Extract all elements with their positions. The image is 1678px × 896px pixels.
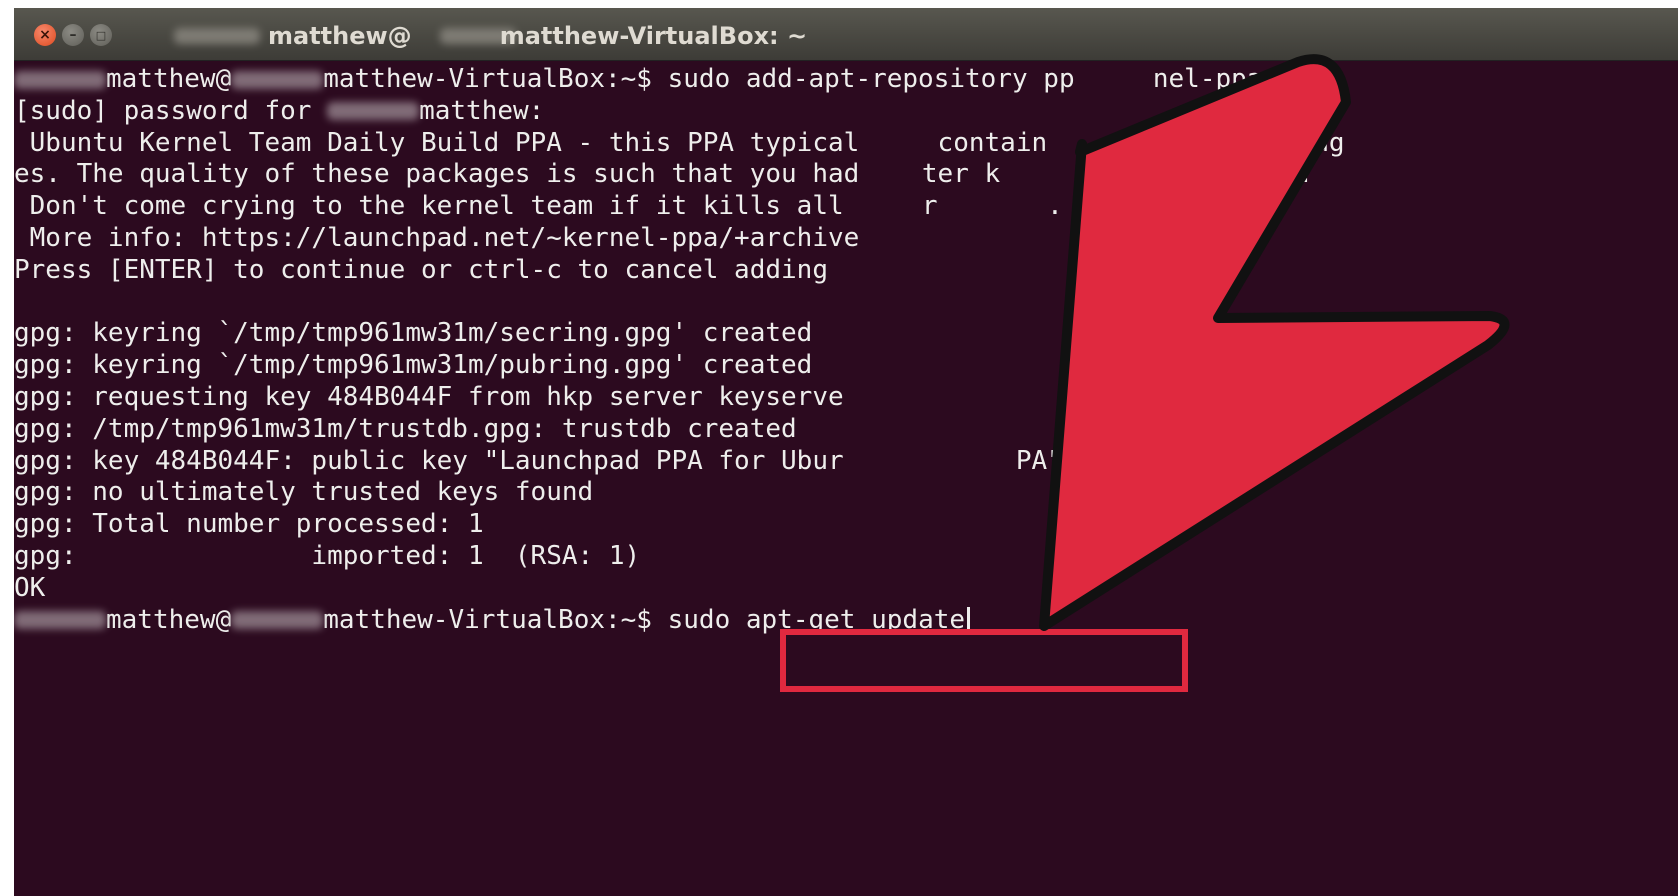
- maximize-icon: □: [95, 28, 107, 42]
- close-button[interactable]: ×: [34, 24, 56, 46]
- output-text: Don't come crying to the kernel team if …: [14, 191, 1063, 222]
- close-icon: ×: [39, 27, 51, 43]
- title-bar[interactable]: × – □ matthew@ matthew-VirtualBox: ~: [14, 8, 1678, 61]
- redacted-text: [327, 102, 420, 121]
- output-text: gpg: key 484B044F: public key "Launchpad…: [14, 445, 1204, 476]
- command-text: matthew-VirtualBox:~$ sudo add-apt-repos…: [323, 64, 1326, 94]
- output-text: [sudo] password for: [14, 95, 328, 126]
- terminal-line: More info: https://launchpad.net/~kernel…: [14, 223, 1678, 255]
- command-highlight-box: [780, 629, 1188, 692]
- output-text: gpg: /tmp/tmp961mw31m/trustdb.gpg: trust…: [14, 413, 797, 444]
- terminal-line: Don't come crying to the kernel team if …: [14, 191, 1678, 223]
- terminal-line: Ubuntu Kernel Team Daily Build PPA - thi…: [14, 128, 1678, 160]
- title-user: matthew@: [268, 22, 412, 50]
- prompt-host: matthew-VirtualBox:~$: [323, 604, 668, 635]
- minimize-button[interactable]: –: [62, 24, 84, 46]
- output-text: es. The quality of these packages is suc…: [14, 159, 1314, 190]
- redacted-text: [231, 70, 324, 89]
- output-text: gpg: no ultimately trusted keys found: [14, 477, 594, 508]
- terminal-line: es. The quality of these packages is suc…: [14, 159, 1678, 191]
- terminal-line: gpg: Total number processed: 1: [14, 509, 1678, 541]
- window-title: matthew@ matthew-VirtualBox: ~: [268, 22, 807, 50]
- terminal-line: gpg: requesting key 484B044F from hkp se…: [14, 382, 1678, 414]
- output-text: Press [ENTER] to continue or ctrl-c to c…: [14, 254, 828, 285]
- output-text: gpg: Total number processed: 1: [14, 509, 484, 540]
- output-text: gpg: keyring `/tmp/tmp961mw31m/secring.g…: [14, 318, 813, 349]
- output-text: Ubuntu Kernel Team Daily Build PPA - thi…: [14, 127, 1345, 158]
- output-text: OK: [14, 572, 46, 603]
- title-host: matthew-VirtualBox: ~: [499, 22, 808, 50]
- output-text: More info: https://launchpad.net/~kernel…: [14, 222, 860, 253]
- terminal-line: [sudo] password for matthew:: [14, 96, 1678, 128]
- terminal-line: gpg: no ultimately trusted keys found: [14, 477, 1678, 509]
- terminal-line: gpg: keyring `/tmp/tmp961mw31m/secring.g…: [14, 318, 1678, 350]
- output-text: gpg: requesting key 484B044F from hkp se…: [14, 381, 844, 412]
- terminal-line: matthew@ matthew-VirtualBox:~$ sudo add-a…: [14, 64, 1678, 96]
- terminal-line: gpg: key 484B044F: public key "Launchpad…: [14, 446, 1678, 478]
- output-text: gpg: imported: 1 (RSA: 1): [14, 540, 641, 571]
- terminal-line: gpg: imported: 1 (RSA: 1): [14, 541, 1678, 573]
- redacted-text: [14, 70, 106, 89]
- redacted-name: [174, 28, 260, 44]
- output-text: gpg: keyring `/tmp/tmp961mw31m/pubring.g…: [14, 350, 813, 381]
- prompt-user: matthew@: [106, 604, 232, 635]
- terminal-output[interactable]: matthew@ matthew-VirtualBox:~$ sudo add-a…: [14, 64, 1678, 896]
- terminal-window: × – □ matthew@ matthew-VirtualBox: ~ matt…: [14, 8, 1678, 896]
- redacted-text: [231, 611, 324, 630]
- terminal-line: gpg: /tmp/tmp961mw31m/trustdb.gpg: trust…: [14, 414, 1678, 446]
- prompt-user: matthew@: [106, 64, 232, 94]
- terminal-line: gpg: keyring `/tmp/tmp961mw31m/pubring.g…: [14, 350, 1678, 382]
- minimize-icon: –: [69, 27, 77, 43]
- redacted-text: [14, 611, 106, 630]
- maximize-button[interactable]: □: [90, 24, 112, 46]
- terminal-line: OK: [14, 573, 1678, 605]
- output-text: matthew:: [419, 95, 545, 126]
- terminal-line: Press [ENTER] to continue or ctrl-c to c…: [14, 255, 1678, 287]
